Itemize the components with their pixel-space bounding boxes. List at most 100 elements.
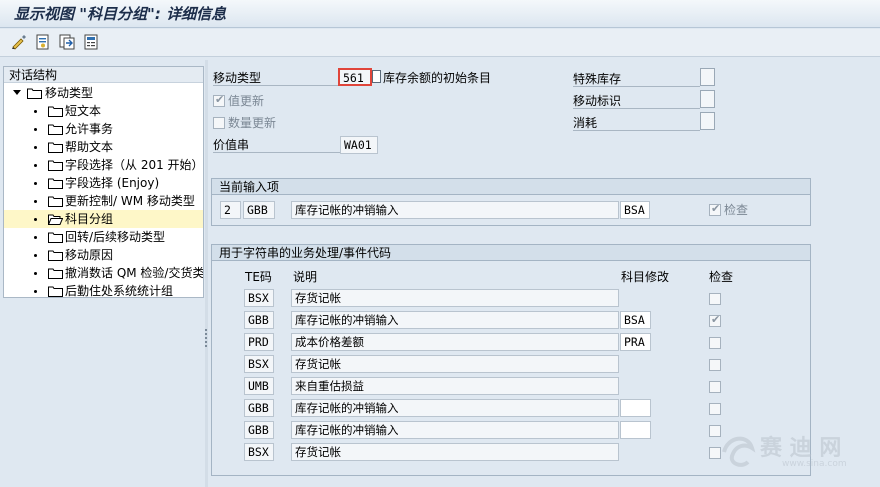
description-cell: 存货记帐 <box>291 355 619 373</box>
folder-icon <box>48 196 63 207</box>
acct-modifier-cell[interactable] <box>620 421 651 439</box>
info-icon[interactable] <box>83 34 99 50</box>
description-cell: 来自重估损益 <box>291 377 619 395</box>
tree-label: 撤消数话 QM 检验/交货类 <box>65 266 204 280</box>
folder-icon <box>48 268 63 279</box>
tree-node[interactable]: 短文本 <box>4 102 203 120</box>
bullet-icon <box>34 110 37 113</box>
tree-node[interactable]: 允许事务 <box>4 120 203 138</box>
qty-update-label: 数量更新 <box>228 116 277 130</box>
tree-label: 短文本 <box>65 104 102 118</box>
check-checkbox[interactable] <box>709 337 721 349</box>
acct-modifier-field[interactable]: BSA <box>620 201 650 219</box>
movement-type-label: 移动类型 <box>213 70 340 86</box>
edit-icon[interactable] <box>11 34 27 50</box>
watermark-text: 赛 迪 网 <box>760 435 842 461</box>
bullet-icon <box>34 290 37 293</box>
splitter-grip-icon[interactable] <box>205 327 208 347</box>
tree-node[interactable]: 回转/后续移动类型 <box>4 228 203 246</box>
table-row: GBB 库存记帐的冲销输入 BSA <box>212 311 810 331</box>
tree-label: 移动原因 <box>65 248 114 262</box>
check-checkbox[interactable] <box>709 381 721 393</box>
check-checkbox[interactable] <box>709 403 721 415</box>
description-cell: 存货记帐 <box>291 289 619 307</box>
tree-node[interactable]: 科目分组 <box>4 210 203 228</box>
bullet-icon <box>34 218 37 221</box>
current-check-label: 检查 <box>724 203 749 217</box>
tree-label: 科目分组 <box>65 212 114 226</box>
te-code-cell: BSX <box>244 289 274 307</box>
value-string-field[interactable]: WA01 <box>340 136 378 154</box>
tree-node[interactable]: 撤消数话 QM 检验/交货类 <box>4 264 203 282</box>
value-update-label: 值更新 <box>228 94 265 108</box>
te-code-cell: BSX <box>244 355 274 373</box>
special-stock-label: 特殊库存 <box>573 71 700 87</box>
acct-modifier-cell[interactable]: PRA <box>620 333 651 351</box>
watermark-logo-icon <box>722 436 756 467</box>
copy-icon[interactable] <box>59 34 75 50</box>
tree-node[interactable]: 帮助文本 <box>4 138 203 156</box>
tree-label: 字段选择（从 201 开始）/ <box>65 158 204 172</box>
expand-triangle-icon[interactable] <box>13 90 21 95</box>
tree-node[interactable]: 字段选择 (Enjoy) <box>4 174 203 192</box>
tree-node[interactable]: 字段选择（从 201 开始）/ <box>4 156 203 174</box>
check-checkbox[interactable] <box>709 293 721 305</box>
tree-node[interactable]: 后勤住处系统统计组 <box>4 282 203 298</box>
current-entry-group: 当前输入项 2 GBB 库存记帐的冲销输入 BSA 检查 <box>211 178 811 226</box>
watermark-url: www.sina.com <box>782 459 847 469</box>
description-field: 库存记帐的冲销输入 <box>291 201 619 219</box>
application-toolbar <box>0 29 880 57</box>
pane-splitter[interactable] <box>205 60 208 487</box>
display-icon[interactable] <box>35 34 51 50</box>
tree-label: 回转/后续移动类型 <box>65 230 166 244</box>
table-row: BSX 存货记帐 <box>212 289 810 309</box>
col-header-desc: 说明 <box>293 270 318 284</box>
check-checkbox[interactable] <box>709 313 721 327</box>
value-update-checkbox[interactable] <box>213 93 225 107</box>
folder-icon <box>48 178 63 189</box>
window-title: 显示视图 "科目分组": 详细信息 <box>14 5 227 23</box>
table-row: UMB 来自重估损益 <box>212 377 810 397</box>
tree-label: 帮助文本 <box>65 140 114 154</box>
title-bar: 显示视图 "科目分组": 详细信息 <box>0 0 880 28</box>
tree-label: 字段选择 (Enjoy) <box>65 176 160 190</box>
te-code-field: GBB <box>243 201 275 219</box>
tree-node[interactable]: 更新控制/ WM 移动类型 <box>4 192 203 210</box>
te-code-cell: PRD <box>244 333 274 351</box>
check-checkbox[interactable] <box>709 359 721 371</box>
tree-label: 更新控制/ WM 移动类型 <box>65 194 195 208</box>
movement-ind-field[interactable] <box>700 90 715 108</box>
description-cell: 库存记帐的冲销输入 <box>291 311 619 329</box>
consumption-field[interactable] <box>700 112 715 130</box>
col-header-check: 检查 <box>709 270 734 284</box>
bullet-icon <box>34 182 37 185</box>
te-code-cell: GBB <box>244 311 274 329</box>
tree-label: 后勤住处系统统计组 <box>65 284 174 298</box>
bullet-icon <box>34 236 37 239</box>
tree-node[interactable]: 移动原因 <box>4 246 203 264</box>
watermark: 赛 迪 网 www.sina.com <box>718 428 878 478</box>
folder-icon <box>48 124 63 135</box>
counter-field: 2 <box>220 201 241 219</box>
tree-node-root[interactable]: 移动类型 <box>4 84 203 102</box>
bullet-icon <box>34 164 37 167</box>
description-cell: 存货记帐 <box>291 443 619 461</box>
process-table-title: 用于字符串的业务处理/事件代码 <box>212 245 810 261</box>
acct-modifier-cell[interactable] <box>620 399 651 417</box>
value-string-label: 价值串 <box>213 137 340 153</box>
current-check-checkbox[interactable] <box>709 202 721 216</box>
te-code-cell: GBB <box>244 421 274 439</box>
movement-type-field[interactable]: 561 <box>338 68 372 86</box>
open-folder-icon <box>48 214 63 225</box>
description-cell: 库存记帐的冲销输入 <box>291 399 619 417</box>
folder-icon <box>27 88 42 99</box>
consumption-label: 消耗 <box>573 115 700 131</box>
special-stock-field[interactable] <box>700 68 715 86</box>
folder-icon <box>48 232 63 243</box>
te-code-cell: BSX <box>244 443 274 461</box>
qty-update-checkbox[interactable] <box>213 117 225 129</box>
movement-ind-label: 移动标识 <box>573 93 700 109</box>
acct-modifier-cell[interactable]: BSA <box>620 311 651 329</box>
folder-icon <box>48 106 63 117</box>
value-help-icon[interactable] <box>372 70 381 83</box>
